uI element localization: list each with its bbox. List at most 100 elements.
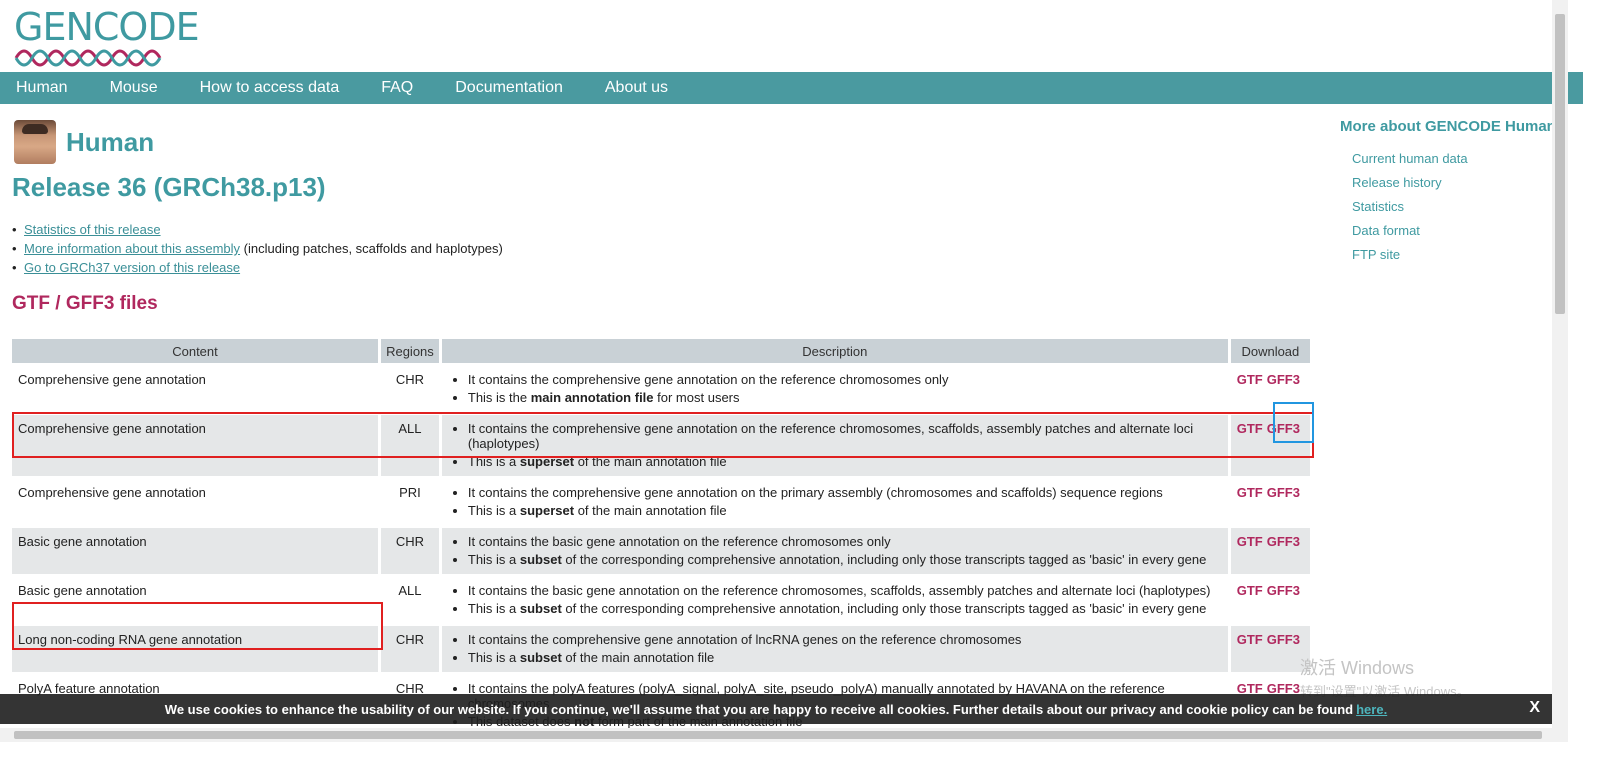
col-header-content: Content (12, 339, 378, 363)
list-item: More information about this assembly (in… (12, 241, 503, 256)
vertical-scrollbar[interactable] (1552, 0, 1568, 742)
list-item: It contains the comprehensive gene annot… (468, 485, 1222, 500)
assembly-info-link[interactable]: More information about this assembly (24, 241, 240, 256)
desc-bold: main annotation file (530, 390, 654, 405)
download-cell: GTF GFF3 (1230, 626, 1310, 672)
gencode-logo[interactable]: GENCODE (14, 5, 200, 67)
description-cell: It contains the comprehensive gene annot… (441, 626, 1228, 672)
description-cell: It contains the basic gene annotation on… (442, 577, 1228, 623)
download-cell: GTF GFF3 (1231, 479, 1310, 525)
gtf-download-link[interactable]: GTF (1237, 632, 1263, 647)
description-cell: It contains the comprehensive gene annot… (442, 366, 1228, 412)
sidebar: More about GENCODE Human Current human d… (1340, 118, 1556, 271)
gff3-download-link[interactable]: GFF3 (1267, 534, 1300, 549)
desc-text: of the corresponding comprehensive annot… (561, 601, 1207, 616)
desc-bold: subset (519, 552, 562, 567)
regions-cell: PRI (399, 485, 421, 500)
desc-text: of the main annotation file (574, 503, 727, 518)
nav-documentation[interactable]: Documentation (455, 79, 563, 97)
table-row: Basic gene annotationCHR It contains the … (12, 528, 1310, 574)
page-title: Human (66, 126, 155, 157)
list-item: This is a subset of the corresponding co… (468, 552, 1222, 567)
cookie-text: We use cookies to enhance the usability … (164, 701, 1354, 717)
regions-cell: CHR (395, 372, 425, 387)
files-table: Content Regions Description Download Com… (9, 336, 1313, 739)
sidebar-item-data-format[interactable]: Data format (1352, 223, 1556, 238)
dna-helix-icon (14, 49, 162, 67)
gff3-download-link[interactable]: GFF3 (1267, 583, 1300, 598)
list-item: It contains the basic gene annotation on… (468, 534, 1222, 549)
description-cell: It contains the basic gene annotation on… (441, 528, 1228, 574)
sidebar-item-ftp-site[interactable]: FTP site (1352, 247, 1556, 262)
table-row: Comprehensive gene annotation PRI It conta… (12, 479, 1310, 525)
human-face-icon (14, 120, 56, 164)
col-header-download: Download (1230, 339, 1310, 363)
regions-cell: CHR (381, 626, 439, 672)
description-cell: It contains the comprehensive gene annot… (442, 479, 1228, 525)
cookie-banner: We use cookies to enhance the usability … (0, 694, 1552, 724)
highlight-gff3-link (1273, 402, 1314, 443)
list-item: It contains the comprehensive gene annot… (468, 372, 1222, 387)
list-item: This is a subset of the corresponding co… (468, 601, 1222, 616)
grch37-link[interactable]: Go to GRCh37 version of this release (24, 260, 240, 275)
list-item: It contains the comprehensive gene annot… (468, 632, 1222, 647)
desc-text: This is a (467, 650, 520, 665)
download-cell: GTF GFF3 (1230, 528, 1310, 574)
list-item: This is the main annotation file for mos… (468, 390, 1222, 405)
desc-text: This is a (467, 601, 520, 616)
nav-faq[interactable]: FAQ (381, 79, 413, 97)
content-cell: Comprehensive gene annotation (18, 372, 206, 387)
list-item: This is a superset of the main annotatio… (468, 503, 1222, 518)
desc-text: of the main annotation file (561, 650, 715, 665)
sidebar-item-statistics[interactable]: Statistics (1352, 199, 1556, 214)
gff3-download-link[interactable]: GFF3 (1267, 485, 1300, 500)
list-item: It contains the basic gene annotation on… (468, 583, 1222, 598)
sidebar-title: More about GENCODE Human (1340, 118, 1556, 135)
nav-human[interactable]: Human (16, 79, 68, 97)
table-row: Comprehensive gene annotation CHR It conta… (12, 366, 1310, 412)
gff3-download-link[interactable]: GFF3 (1267, 372, 1300, 387)
list-item: Go to GRCh37 version of this release (12, 260, 503, 275)
col-header-regions: Regions (381, 339, 439, 363)
nav-mouse[interactable]: Mouse (110, 79, 158, 97)
sidebar-item-release-history[interactable]: Release history (1352, 175, 1556, 190)
main-nav: Human Mouse How to access data FAQ Docum… (0, 72, 1583, 104)
nav-how-to-access-data[interactable]: How to access data (200, 79, 340, 97)
cookie-close-button[interactable]: X (1529, 699, 1540, 717)
desc-bold: subset (519, 650, 562, 665)
desc-bold: subset (519, 601, 562, 616)
link-suffix: (including patches, scaffolds and haplot… (240, 241, 503, 256)
gtf-download-link[interactable]: GTF (1237, 534, 1263, 549)
highlight-lncrna-content (12, 602, 383, 650)
gff3-download-link[interactable]: GFF3 (1267, 632, 1300, 647)
list-item: Statistics of this release (12, 222, 503, 237)
highlight-row-comprehensive-all (12, 412, 1314, 458)
gtf-download-link[interactable]: GTF (1237, 372, 1263, 387)
horizontal-scroll-thumb[interactable] (14, 731, 1542, 739)
gtf-download-link[interactable]: GTF (1237, 485, 1263, 500)
section-title: GTF / GFF3 files (12, 293, 158, 314)
desc-text: This is the (467, 390, 531, 405)
desc-text: of the corresponding comprehensive annot… (561, 552, 1207, 567)
release-title: Release 36 (GRCh38.p13) (12, 172, 326, 202)
download-cell: GTF GFF3 (1231, 577, 1310, 623)
desc-bold: superset (519, 503, 575, 518)
desc-text: for most users (653, 390, 740, 405)
content-cell: Comprehensive gene annotation (18, 485, 206, 500)
desc-text: This is a (467, 552, 520, 567)
vertical-scroll-thumb[interactable] (1555, 14, 1565, 314)
regions-cell: ALL (398, 583, 422, 598)
release-links: Statistics of this release More informat… (12, 222, 503, 279)
content-cell: Basic gene annotation (12, 528, 378, 574)
col-header-description: Description (441, 339, 1228, 363)
statistics-link[interactable]: Statistics of this release (24, 222, 161, 237)
logo-text: GENCODE (14, 5, 200, 49)
sidebar-item-current-human-data[interactable]: Current human data (1352, 151, 1556, 166)
watermark-line1: 激活 Windows (1300, 658, 1415, 678)
gtf-download-link[interactable]: GTF (1237, 583, 1263, 598)
nav-about-us[interactable]: About us (605, 79, 668, 97)
regions-cell: CHR (381, 528, 439, 574)
desc-text: This is a (467, 503, 520, 518)
horizontal-scrollbar[interactable] (0, 728, 1552, 742)
cookie-policy-link[interactable]: here. (1356, 702, 1387, 717)
